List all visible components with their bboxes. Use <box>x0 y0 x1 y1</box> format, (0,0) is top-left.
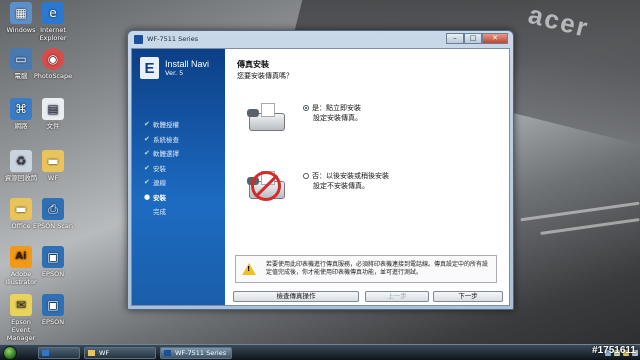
recycle-bin-icon: ♻ <box>10 150 32 172</box>
fax-machine-icon <box>245 101 289 135</box>
check-icon: ✔ <box>144 178 150 187</box>
current-step-bullet-icon: ● <box>144 192 151 201</box>
desktop-icon-label: EPSON Scan <box>33 222 73 230</box>
folder-icon <box>88 350 95 356</box>
check-icon: ✔ <box>144 163 150 172</box>
step-label: 安裝 <box>153 193 166 202</box>
taskbar-item-installer[interactable]: WF-7511 Series <box>160 347 232 359</box>
radio-skip-fax[interactable] <box>303 173 309 179</box>
check-fax-operation-button[interactable]: 檢查傳真操作 <box>233 291 359 302</box>
option-install-fax[interactable]: 是：點立即安裝 設定安裝傳真。 <box>245 101 362 135</box>
option-install-fax-desc: 設定安裝傳真。 <box>313 114 362 122</box>
warning-icon: ! <box>242 263 256 275</box>
wallpaper-ridge <box>540 218 640 235</box>
option-skip-fax-title: 否：以後安裝或稍後安裝 <box>312 172 389 180</box>
taskbar-item-ie[interactable] <box>38 347 80 359</box>
installer-icon <box>164 350 171 356</box>
illustrator-icon: Ai <box>10 246 32 268</box>
page-heading: 傳真安裝 <box>237 60 269 69</box>
option-install-fax-title: 是：點立即安裝 <box>312 104 361 112</box>
taskbar-item-label: WF-7511 Series <box>175 349 227 357</box>
install-navi-title: Install Navi <box>165 59 210 69</box>
desktop-icon-label: 文件 <box>46 122 60 130</box>
step-software-select: ✔ 軟體選擇 <box>144 146 179 161</box>
epson-e-logo-icon: E <box>140 57 159 79</box>
page-question: 您要安裝傳真嗎？ <box>237 72 293 80</box>
folder-icon: ▬ <box>42 150 64 172</box>
install-navi-version: Ver. 5 <box>165 69 184 77</box>
desktop-icon-internet-explorer[interactable]: e Internet Explorer <box>33 2 73 42</box>
step-license: ✔ 軟體授權 <box>144 117 179 132</box>
step-label: 安裝 <box>153 164 166 173</box>
install-navi-rail: E Install Navi Ver. 5 ✔ 軟體授權 ✔ 系統檢查 ✔ 軟體選擇 … <box>132 49 225 305</box>
minimize-button[interactable]: – <box>446 33 464 44</box>
installer-window: WF-7511 Series – □ ✕ E Install Navi Ver.… <box>127 30 514 310</box>
install-navi-brand: E Install Navi Ver. 5 <box>140 57 209 79</box>
check-icon: ✔ <box>144 149 150 158</box>
desktop-icon-label: EPSON <box>41 318 65 326</box>
desktop-icon-wf-folder[interactable]: ▬ WF <box>33 150 73 182</box>
desktop-icon-label: WF <box>47 174 59 182</box>
photoscape-icon: ◉ <box>42 48 64 70</box>
desktop-icon-epson-1[interactable]: ▣ EPSON <box>33 246 73 278</box>
check-icon: ✔ <box>144 120 150 129</box>
document-icon: ▤ <box>42 98 64 120</box>
desktop-icon-label: PhotoScape <box>33 72 73 80</box>
step-label: 連線 <box>153 179 166 188</box>
epson-icon: ▣ <box>42 246 64 268</box>
notice-text: 若要使用此印表機進行傳真服務，必須將印表機連接到電話線。傳真設定中的所有設定值完… <box>266 261 489 276</box>
network-icon: ⌘ <box>10 98 32 120</box>
computer-icon: ▦ <box>10 2 32 24</box>
back-button[interactable]: 上一步 <box>365 291 429 302</box>
ie-icon <box>42 350 49 356</box>
watermark-text: #1751611 <box>592 345 636 356</box>
window-controls: – □ ✕ <box>446 33 508 44</box>
scanner-icon: ⎙ <box>42 198 64 220</box>
step-label: 軟體授權 <box>153 121 179 130</box>
option-skip-fax-desc: 設定不安裝傳真。 <box>313 182 369 190</box>
close-button[interactable]: ✕ <box>482 33 508 44</box>
start-button[interactable] <box>3 346 17 360</box>
wallpaper-ridge <box>520 201 640 222</box>
option-skip-fax[interactable]: 否：以後安裝或稍後安裝 設定不安裝傳真。 <box>245 169 389 203</box>
taskbar: WF WF-7511 Series <box>0 344 640 360</box>
epson-icon: ▣ <box>42 294 64 316</box>
desktop-icon-label: EPSON <box>41 270 65 278</box>
next-button[interactable]: 下一步 <box>433 291 503 302</box>
radio-install-fax[interactable] <box>303 105 309 111</box>
window-client-area: E Install Navi Ver. 5 ✔ 軟體授權 ✔ 系統檢查 ✔ 軟體選擇 … <box>131 48 510 306</box>
step-system-check: ✔ 系統檢查 <box>144 132 179 147</box>
desktop-icon-epson-scan[interactable]: ⎙ EPSON Scan <box>33 198 73 230</box>
install-steps-list: ✔ 軟體授權 ✔ 系統檢查 ✔ 軟體選擇 ✔ 安裝 ✔ 連線 ● 安裝 完成 <box>144 117 179 219</box>
step-fax-install-current: ● 安裝 <box>144 190 179 205</box>
app-icon <box>134 34 143 44</box>
computer-icon: ▭ <box>10 48 32 70</box>
step-label: 完成 <box>153 208 166 217</box>
step-label: 軟體選擇 <box>153 150 179 159</box>
fax-disabled-icon <box>245 169 289 203</box>
taskbar-item-wf-folder[interactable]: WF <box>84 347 156 359</box>
content-pane: 傳真安裝 您要安裝傳真嗎？ 是：點立即安裝 設定安裝傳真。 否：以後安裝或稍後安… <box>225 49 509 305</box>
step-install: ✔ 安裝 <box>144 161 179 176</box>
maximize-button[interactable]: □ <box>464 33 482 44</box>
folder-icon: ▬ <box>10 198 32 220</box>
taskbar-item-label: WF <box>99 349 110 357</box>
step-label: 系統檢查 <box>153 135 179 144</box>
notice-box: ! 若要使用此印表機進行傳真服務，必須將印表機連接到電話線。傳真設定中的所有設定… <box>235 255 497 283</box>
desktop-icon-epson-2[interactable]: ▣ EPSON <box>33 294 73 326</box>
event-manager-icon: ✉ <box>10 294 32 316</box>
desktop-icon-label: Internet Explorer <box>39 26 67 42</box>
step-connect: ✔ 連線 <box>144 175 179 190</box>
desktop-icon-photoscape[interactable]: ◉ PhotoScape <box>33 48 73 80</box>
check-icon: ✔ <box>144 134 150 143</box>
desktop-icon-documents[interactable]: ▤ 文件 <box>33 98 73 130</box>
button-row: 檢查傳真操作 上一步 下一步 <box>233 291 503 303</box>
window-title: WF-7511 Series <box>147 35 199 43</box>
step-finish: 完成 <box>144 204 179 219</box>
internet-explorer-icon: e <box>42 2 64 24</box>
